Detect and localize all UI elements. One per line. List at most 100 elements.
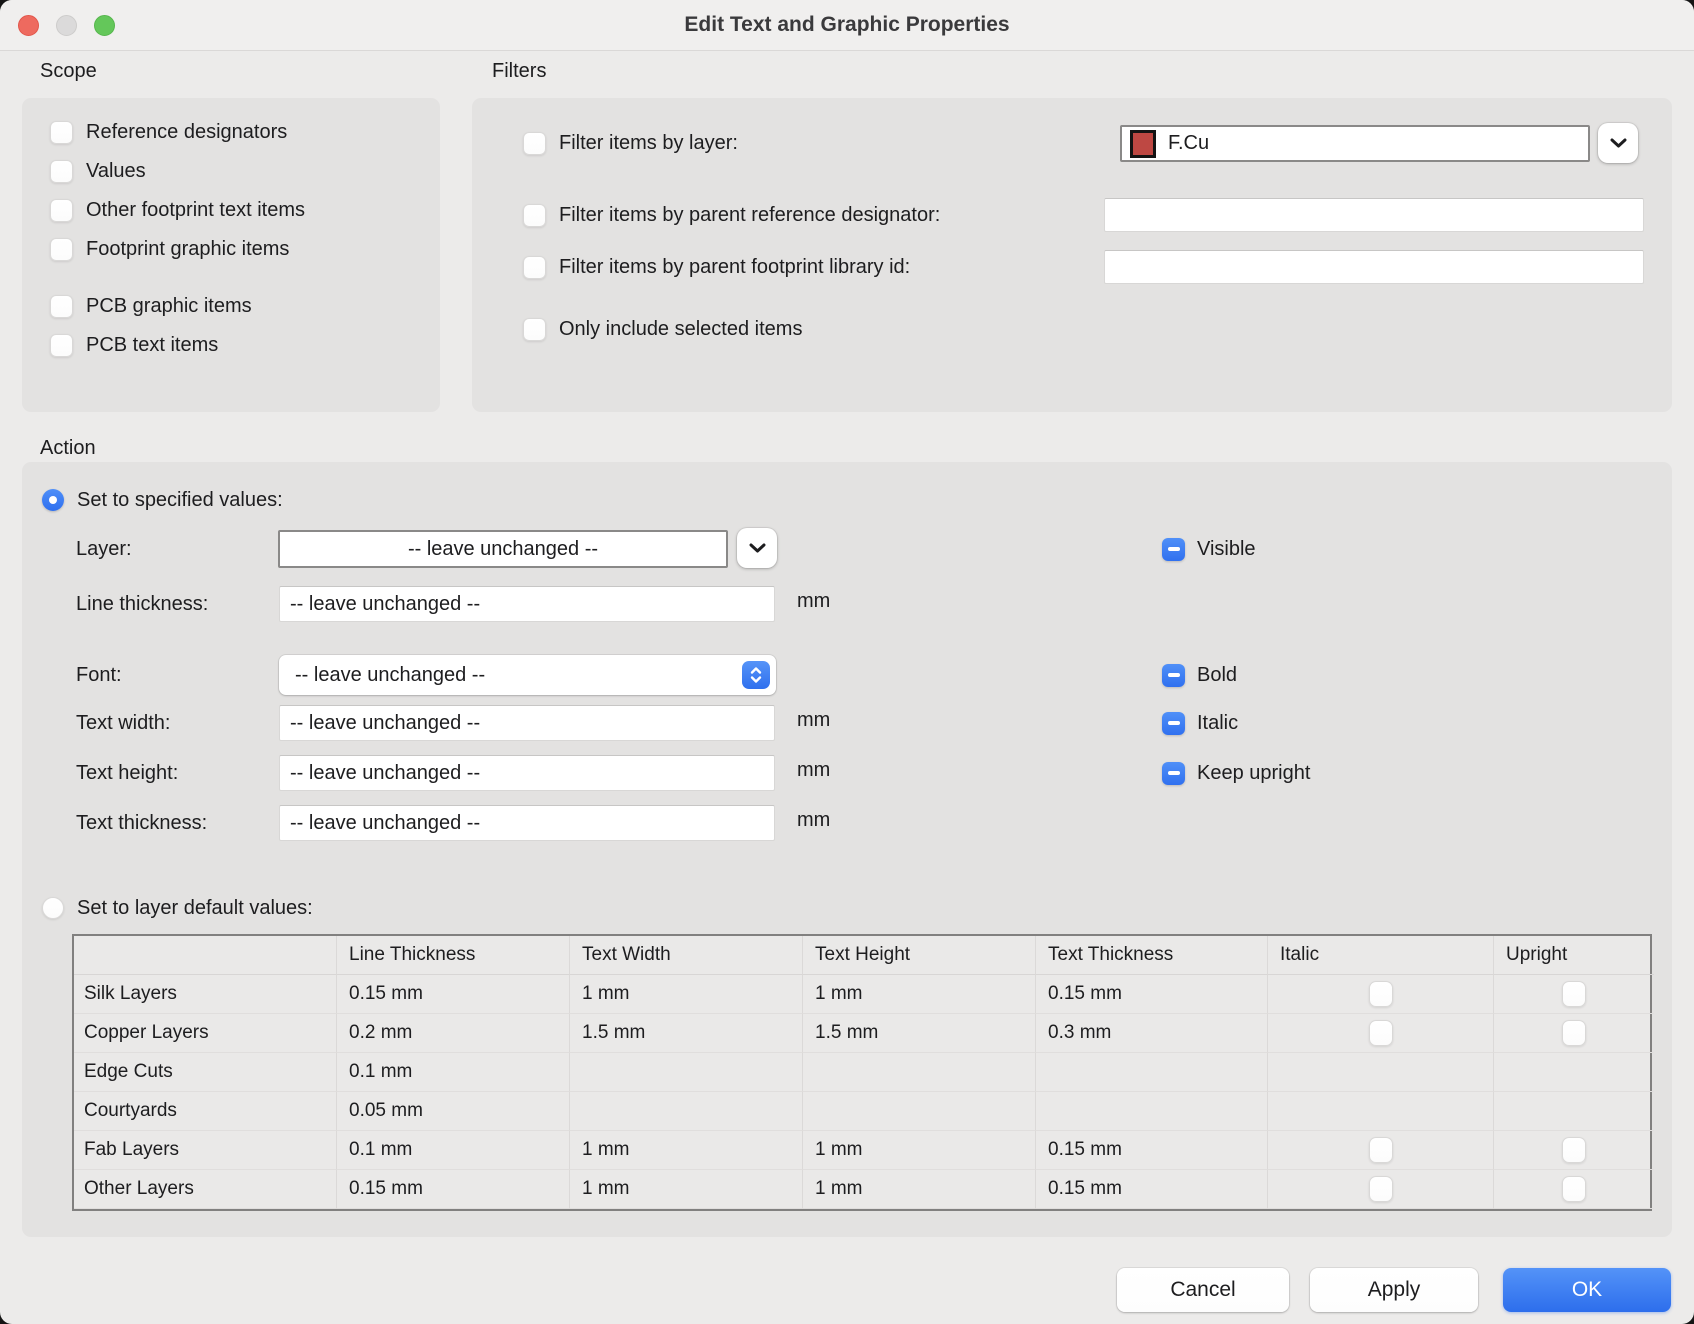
scope-item-pcb-graphic[interactable]: PCB graphic items — [50, 292, 252, 320]
footprint-library-filter-input[interactable] — [1104, 250, 1644, 284]
bold-flag-row[interactable]: Bold — [1162, 661, 1237, 689]
scope-panel: Reference designators Values Other footp… — [22, 98, 440, 412]
italic-checkbox-icon[interactable] — [1369, 1020, 1393, 1046]
layer-dropdown-button[interactable] — [737, 528, 777, 568]
table-cell — [1268, 1170, 1494, 1209]
font-popup-value: -- leave unchanged -- — [295, 664, 485, 687]
scope-item-other-footprint-text[interactable]: Other footprint text items — [50, 196, 305, 224]
indeterminate-checkbox-icon[interactable] — [1162, 538, 1185, 561]
layer-filter-combo[interactable]: F.Cu — [1120, 125, 1590, 162]
text-thickness-input[interactable] — [279, 805, 775, 841]
table-cell — [1268, 1092, 1494, 1131]
checkbox-icon[interactable] — [523, 204, 546, 227]
flag-label: Italic — [1197, 712, 1238, 735]
table-cell: 1 mm — [803, 1170, 1036, 1209]
table-cell — [1268, 1014, 1494, 1053]
indeterminate-checkbox-icon[interactable] — [1162, 664, 1185, 687]
line-thickness-unit: mm — [797, 590, 830, 613]
apply-button[interactable]: Apply — [1310, 1268, 1478, 1312]
table-cell: 0.15 mm — [337, 1170, 570, 1209]
indeterminate-checkbox-icon[interactable] — [1162, 762, 1185, 785]
filter-by-reference-checkbox-row[interactable]: Filter items by parent reference designa… — [523, 201, 940, 229]
table-cell: Copper Layers — [74, 1014, 337, 1053]
italic-flag-row[interactable]: Italic — [1162, 709, 1238, 737]
text-height-input[interactable] — [279, 755, 775, 791]
set-layer-defaults-radio-row[interactable]: Set to layer default values: — [42, 894, 313, 922]
table-cell — [1268, 1053, 1494, 1092]
table-cell: 1 mm — [803, 975, 1036, 1014]
flag-label: Visible — [1197, 538, 1256, 561]
chevron-down-icon — [749, 543, 766, 553]
table-header-upright: Upright — [1494, 936, 1654, 975]
keep-upright-flag-row[interactable]: Keep upright — [1162, 759, 1310, 787]
font-label: Font: — [76, 661, 122, 689]
upright-checkbox-icon[interactable] — [1562, 1176, 1586, 1202]
table-cell: 1 mm — [570, 1131, 803, 1170]
table-cell: 1 mm — [570, 975, 803, 1014]
radio-label: Set to specified values: — [77, 489, 283, 512]
scope-item-values[interactable]: Values — [50, 157, 146, 185]
scope-item-pcb-text[interactable]: PCB text items — [50, 331, 218, 359]
checkbox-icon[interactable] — [523, 256, 546, 279]
checkbox-label: Only include selected items — [559, 318, 802, 341]
checkbox-label: PCB graphic items — [86, 295, 252, 318]
flag-label: Keep upright — [1197, 762, 1310, 785]
radio-unselected-icon[interactable] — [42, 897, 64, 919]
filters-panel: Filter items by layer: F.Cu Filter items… — [472, 98, 1672, 412]
table-cell — [1268, 975, 1494, 1014]
cancel-button[interactable]: Cancel — [1117, 1268, 1289, 1312]
filter-by-layer-checkbox-row[interactable]: Filter items by layer: — [523, 129, 738, 157]
checkbox-icon[interactable] — [50, 334, 73, 357]
checkbox-icon[interactable] — [523, 318, 546, 341]
set-specified-values-radio-row[interactable]: Set to specified values: — [42, 486, 283, 514]
checkbox-icon[interactable] — [50, 160, 73, 183]
text-width-input[interactable] — [279, 705, 775, 741]
radio-selected-icon[interactable] — [42, 489, 64, 511]
table-cell — [1494, 1014, 1654, 1053]
text-width-label: Text width: — [76, 709, 170, 737]
table-cell: Courtyards — [74, 1092, 337, 1131]
upright-checkbox-icon[interactable] — [1562, 981, 1586, 1007]
action-section-label: Action — [40, 437, 96, 460]
italic-checkbox-icon[interactable] — [1369, 981, 1393, 1007]
table-cell: 0.05 mm — [337, 1092, 570, 1131]
checkbox-icon[interactable] — [50, 199, 73, 222]
ok-button[interactable]: OK — [1503, 1268, 1671, 1312]
table-cell: 0.15 mm — [1036, 1131, 1268, 1170]
table-cell: Edge Cuts — [74, 1053, 337, 1092]
table-cell: Other Layers — [74, 1170, 337, 1209]
line-thickness-input[interactable] — [279, 586, 775, 622]
table-cell: Silk Layers — [74, 975, 337, 1014]
filter-by-library-checkbox-row[interactable]: Filter items by parent footprint library… — [523, 253, 910, 281]
upright-checkbox-icon[interactable] — [1562, 1020, 1586, 1046]
scope-item-reference-designators[interactable]: Reference designators — [50, 118, 287, 146]
table-header-line-thickness: Line Thickness — [337, 936, 570, 975]
layer-combo[interactable]: -- leave unchanged -- — [278, 530, 728, 568]
table-cell — [570, 1092, 803, 1131]
layer-filter-dropdown-button[interactable] — [1598, 123, 1638, 163]
table-cell — [803, 1092, 1036, 1131]
reference-designator-filter-input[interactable] — [1104, 198, 1644, 232]
font-popup[interactable]: -- leave unchanged -- — [279, 655, 776, 695]
checkbox-label: Filter items by parent reference designa… — [559, 204, 940, 227]
table-cell — [1494, 975, 1654, 1014]
scope-item-footprint-graphic[interactable]: Footprint graphic items — [50, 235, 289, 263]
table-cell: 0.1 mm — [337, 1053, 570, 1092]
checkbox-icon[interactable] — [50, 121, 73, 144]
checkbox-icon[interactable] — [50, 238, 73, 261]
table-cell — [1036, 1053, 1268, 1092]
upright-checkbox-icon[interactable] — [1562, 1137, 1586, 1163]
text-height-label: Text height: — [76, 759, 178, 787]
scope-section-label: Scope — [40, 60, 97, 83]
layer-color-swatch — [1130, 130, 1156, 158]
checkbox-icon[interactable] — [523, 132, 546, 155]
italic-checkbox-icon[interactable] — [1369, 1137, 1393, 1163]
only-selected-checkbox-row[interactable]: Only include selected items — [523, 315, 802, 343]
table-cell — [803, 1053, 1036, 1092]
checkbox-label: Filter items by layer: — [559, 132, 738, 155]
indeterminate-checkbox-icon[interactable] — [1162, 712, 1185, 735]
checkbox-icon[interactable] — [50, 295, 73, 318]
visible-flag-row[interactable]: Visible — [1162, 535, 1256, 563]
italic-checkbox-icon[interactable] — [1369, 1176, 1393, 1202]
table-header-text-height: Text Height — [803, 936, 1036, 975]
